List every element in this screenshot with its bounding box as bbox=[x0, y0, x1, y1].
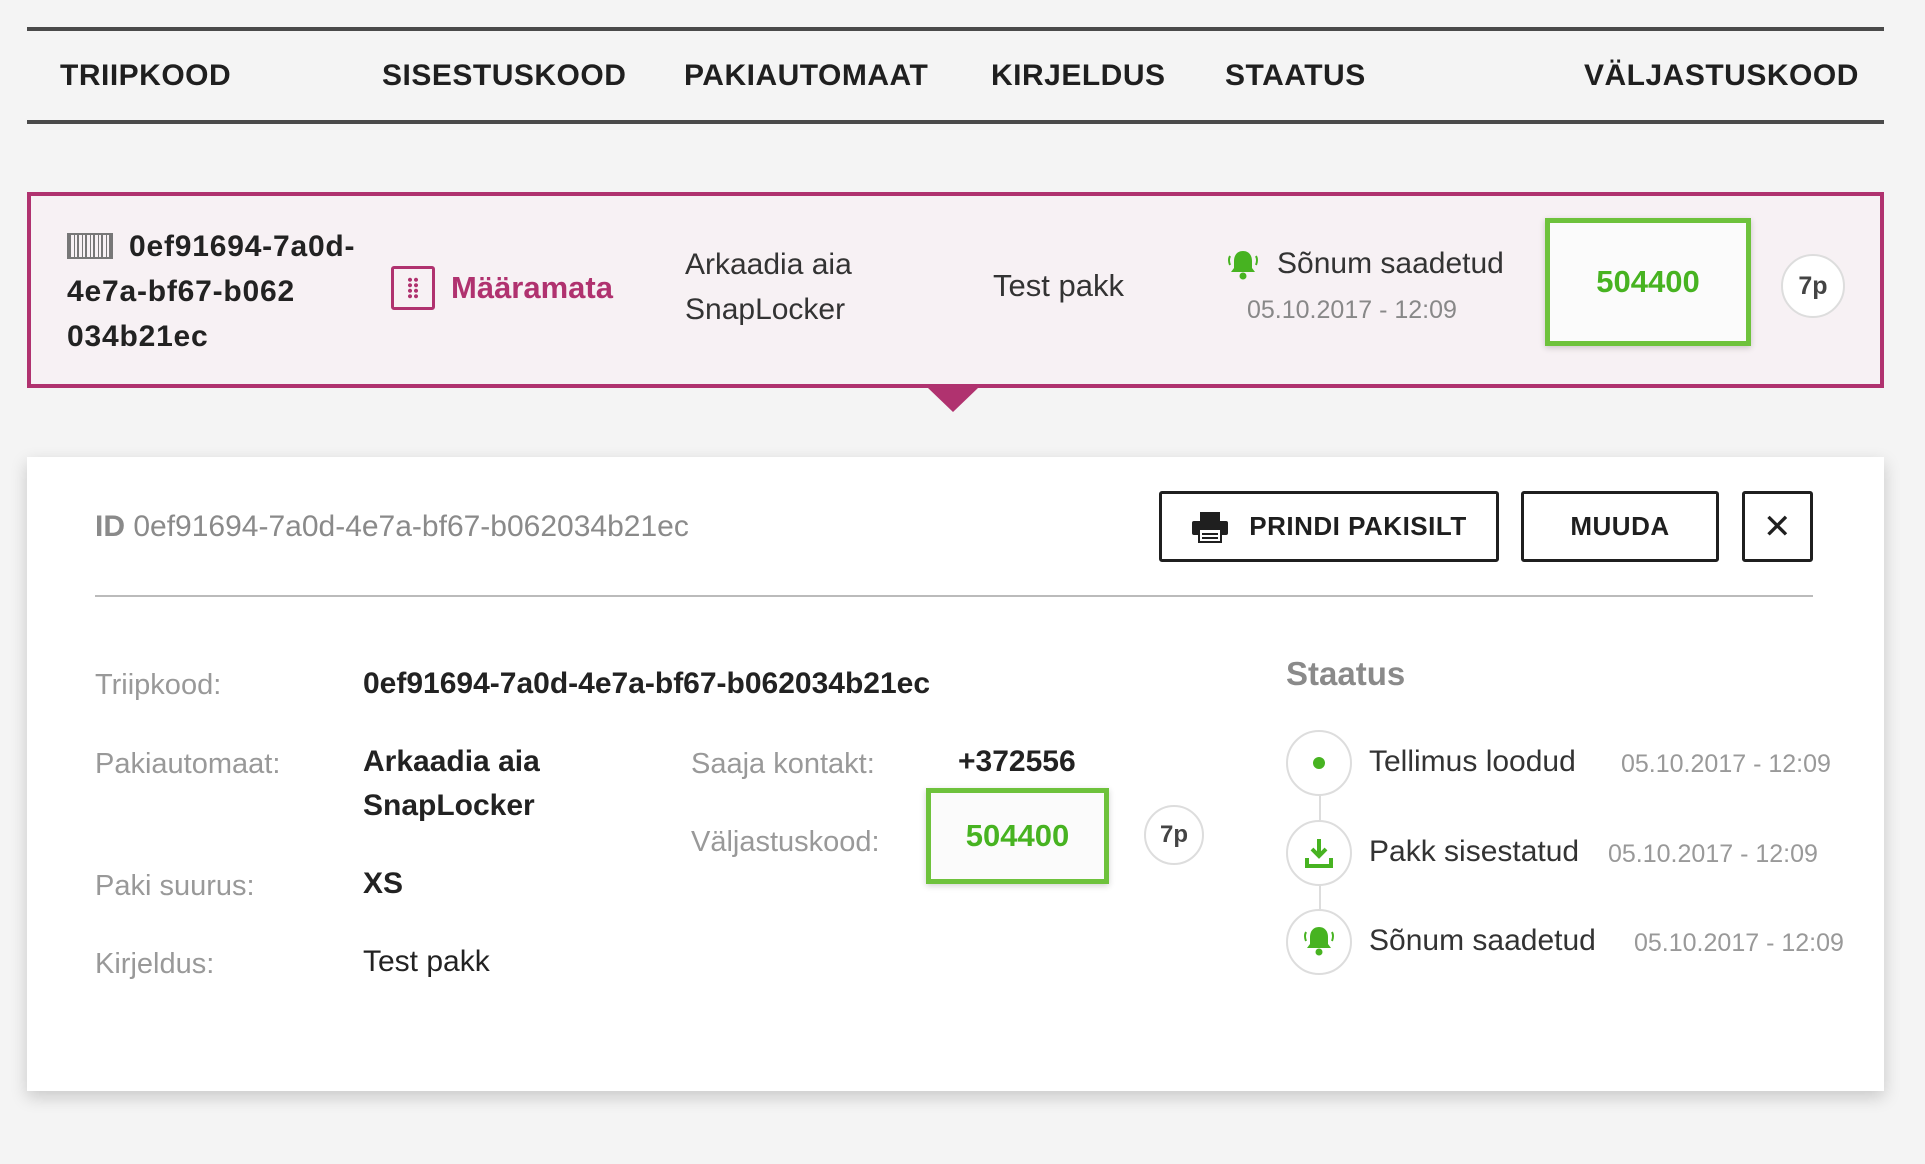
row-days-badge: 7p bbox=[1781, 254, 1845, 318]
barcode-value: 0ef91694-7a0d-4e7a-bf67-b062034b21ec bbox=[363, 667, 931, 700]
row-barcode: 0ef91694-7a0d- 4e7a-bf67-b062 034b21ec bbox=[67, 224, 355, 359]
bell-icon bbox=[1228, 251, 1258, 280]
row-locker: Arkaadia aia SnapLocker bbox=[685, 242, 852, 332]
locker-value: Arkaadia aia SnapLocker bbox=[363, 740, 540, 828]
description-value: Test pakk bbox=[363, 945, 490, 978]
timeline-date-2: 05.10.2017 - 12:09 bbox=[1608, 840, 1818, 868]
panel-divider bbox=[95, 595, 1813, 597]
table-header: TRIIPKOOD SISESTUSKOOD PAKIAUTOMAAT KIRJ… bbox=[27, 27, 1884, 124]
header-description[interactable]: KIRJELDUS bbox=[991, 31, 1166, 120]
row-barcode-line-2: 4e7a-bf67-b062 bbox=[67, 275, 295, 308]
header-release-code[interactable]: VÄLJASTUSKOOD bbox=[1584, 31, 1859, 120]
close-icon: ✕ bbox=[1763, 507, 1792, 546]
row-locker-line-1: Arkaadia aia bbox=[685, 248, 852, 281]
dot-icon bbox=[1313, 757, 1325, 769]
header-status[interactable]: STAATUS bbox=[1225, 31, 1366, 120]
timeline-date-1: 05.10.2017 - 12:09 bbox=[1621, 750, 1831, 778]
parcel-detail-panel: ID 0ef91694-7a0d-4e7a-bf67-b062034b21ec … bbox=[27, 457, 1884, 1091]
printer-icon bbox=[1192, 511, 1229, 543]
print-label-button-text: PRINDI PAKISILT bbox=[1249, 511, 1467, 541]
bell-icon bbox=[1304, 927, 1334, 956]
contact-label: Saaja kontakt: bbox=[691, 748, 875, 780]
keypad-icon bbox=[391, 266, 435, 310]
print-label-button[interactable]: PRINDI PAKISILT bbox=[1159, 491, 1499, 562]
panel-id: ID 0ef91694-7a0d-4e7a-bf67-b062034b21ec bbox=[95, 507, 689, 547]
close-button[interactable]: ✕ bbox=[1742, 491, 1813, 562]
header-locker[interactable]: PAKIAUTOMAAT bbox=[684, 31, 928, 120]
header-entry-code[interactable]: SISESTUSKOOD bbox=[382, 31, 626, 120]
description-label: Kirjeldus: bbox=[95, 948, 215, 980]
row-entry-code: Määramata bbox=[451, 270, 613, 305]
locker-label: Pakiautomaat: bbox=[95, 748, 281, 780]
row-barcode-line-1: 0ef91694-7a0d- bbox=[129, 230, 356, 263]
locker-value-line-2: SnapLocker bbox=[363, 789, 535, 822]
row-barcode-line-3: 034b21ec bbox=[67, 320, 209, 353]
panel-id-value: 0ef91694-7a0d-4e7a-bf67-b062034b21ec bbox=[133, 510, 689, 543]
release-code-value: 504400 bbox=[926, 788, 1109, 884]
barcode-label: Triipkood: bbox=[95, 669, 222, 701]
timeline-step-notified bbox=[1286, 909, 1352, 975]
status-title: Staatus bbox=[1286, 655, 1406, 692]
download-icon bbox=[1305, 839, 1333, 868]
timeline-step-created bbox=[1286, 730, 1352, 796]
release-code-label: Väljastuskood: bbox=[691, 826, 880, 858]
barcode-icon bbox=[67, 233, 113, 259]
row-locker-line-2: SnapLocker bbox=[685, 293, 846, 326]
row-status-date: 05.10.2017 - 12:09 bbox=[1247, 296, 1457, 324]
row-expand-pointer bbox=[928, 388, 978, 412]
timeline-label-3: Sõnum saadetud bbox=[1369, 924, 1596, 957]
days-badge: 7p bbox=[1144, 805, 1204, 865]
row-status: Sõnum saadetud bbox=[1277, 247, 1504, 280]
timeline-date-3: 05.10.2017 - 12:09 bbox=[1634, 929, 1844, 957]
parcel-list-page: TRIIPKOOD SISESTUSKOOD PAKIAUTOMAAT KIRJ… bbox=[0, 0, 1925, 1164]
row-description: Test pakk bbox=[993, 268, 1124, 303]
locker-value-line-1: Arkaadia aia bbox=[363, 745, 540, 778]
contact-value: +372556 bbox=[958, 745, 1076, 778]
panel-id-label: ID bbox=[95, 510, 125, 543]
table-row[interactable]: 0ef91694-7a0d- 4e7a-bf67-b062 034b21ec M… bbox=[27, 192, 1884, 388]
edit-button[interactable]: MUUDA bbox=[1521, 491, 1719, 562]
row-release-code: 504400 bbox=[1545, 218, 1751, 346]
timeline-step-inserted bbox=[1286, 820, 1352, 886]
size-label: Paki suurus: bbox=[95, 870, 255, 902]
timeline-label-2: Pakk sisestatud bbox=[1369, 835, 1580, 868]
size-value: XS bbox=[363, 867, 404, 900]
timeline-label-1: Tellimus loodud bbox=[1369, 745, 1576, 778]
header-barcode[interactable]: TRIIPKOOD bbox=[60, 31, 231, 120]
